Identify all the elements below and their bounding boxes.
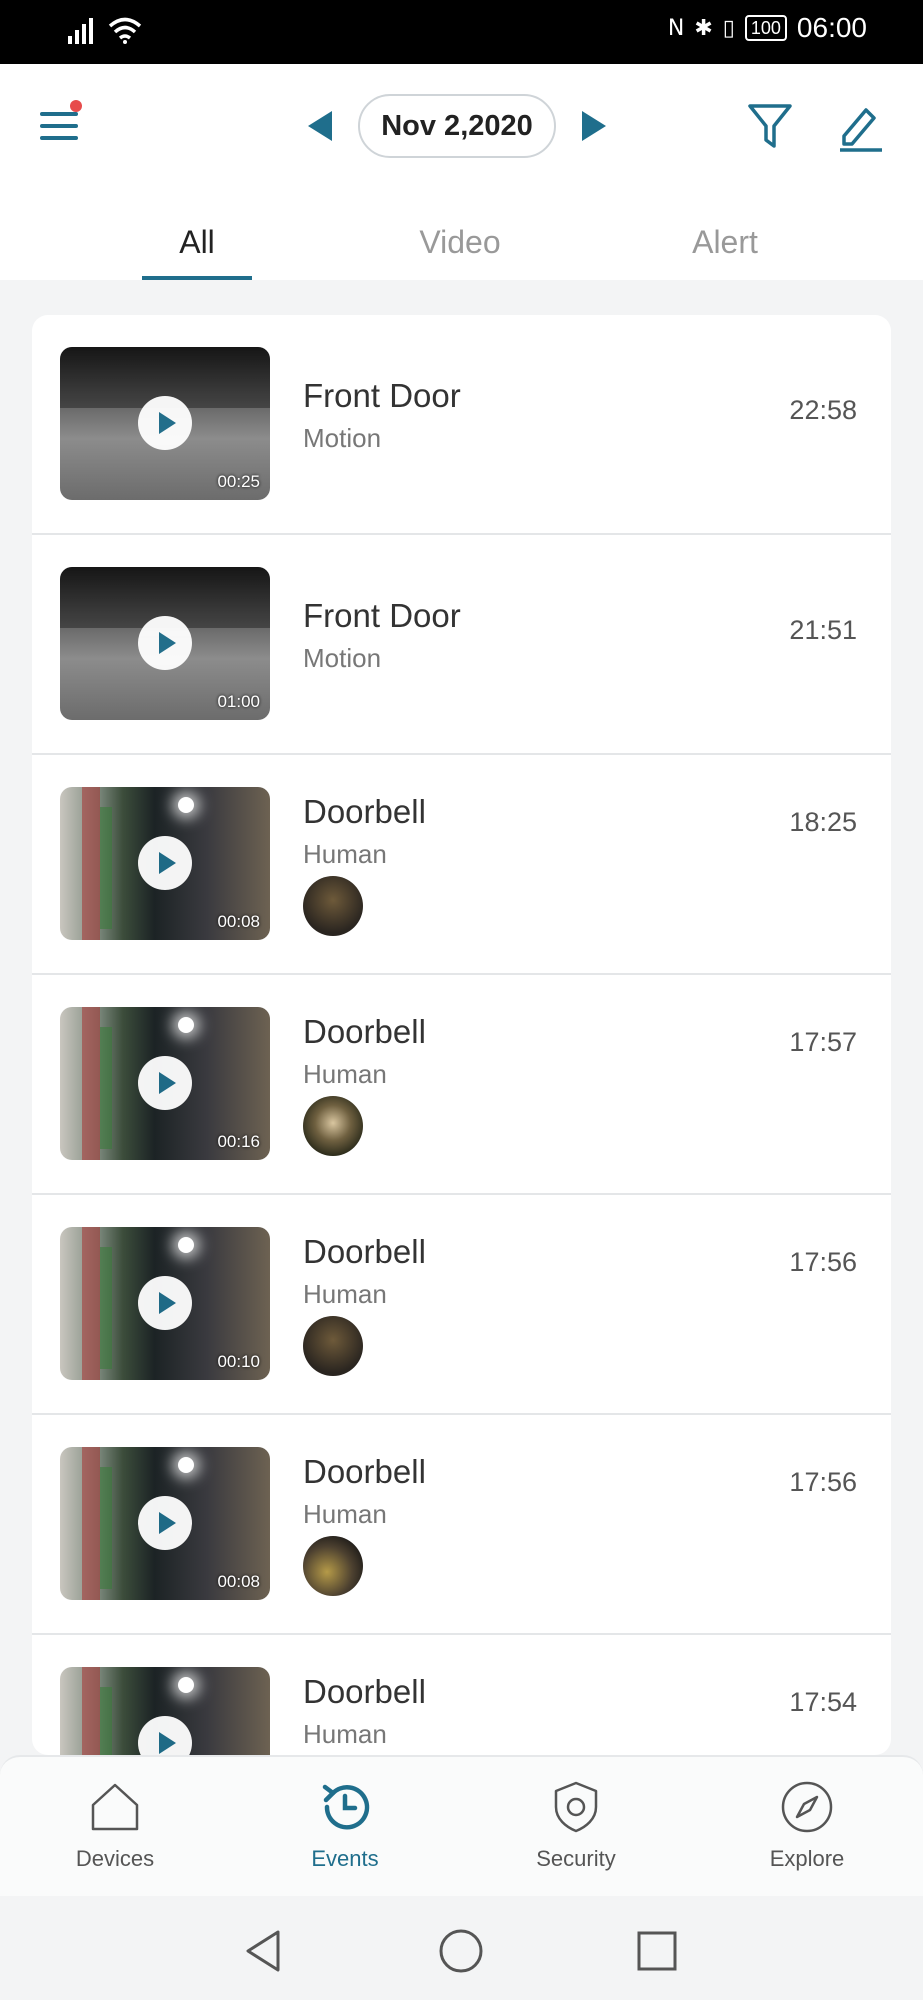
battery-indicator: 100	[744, 15, 787, 41]
event-time: 17:56	[789, 1467, 857, 1497]
event-thumbnail[interactable]: 00:25	[60, 347, 270, 500]
video-duration: 00:08	[217, 912, 260, 931]
recents-icon[interactable]	[632, 1926, 682, 1976]
play-icon[interactable]	[138, 616, 192, 670]
event-row[interactable]: 00:25 Front Door Motion 22:58	[32, 315, 891, 535]
event-thumbnail[interactable]: 00:08	[60, 1447, 270, 1600]
nav-explore[interactable]: Explore	[732, 1779, 882, 1879]
event-row[interactable]: 00:16 Doorbell Human 17:57	[32, 975, 891, 1195]
event-time: 18:25	[789, 807, 857, 837]
history-icon	[322, 1784, 370, 1830]
event-type: Human	[303, 839, 387, 869]
play-icon[interactable]	[138, 1276, 192, 1330]
event-device-name: Front Door	[303, 597, 461, 634]
play-icon[interactable]	[138, 836, 192, 890]
active-tab-indicator	[142, 276, 252, 280]
menu-icon	[40, 112, 78, 116]
filter-icon[interactable]	[746, 100, 794, 152]
video-duration: 00:16	[217, 1132, 260, 1151]
compass-icon	[781, 1781, 833, 1833]
event-row[interactable]: Doorbell Human 17:54	[32, 1635, 891, 1755]
tab-alert[interactable]: Alert	[660, 224, 790, 280]
video-duration: 00:08	[217, 1572, 260, 1591]
detected-person-avatar[interactable]	[303, 1536, 363, 1596]
nav-devices[interactable]: Devices	[40, 1779, 190, 1879]
previous-day-icon[interactable]	[308, 111, 332, 141]
event-device-name: Doorbell	[303, 1453, 426, 1490]
event-time: 21:51	[789, 615, 857, 645]
event-thumbnail[interactable]	[60, 1667, 270, 1755]
event-type: Human	[303, 1719, 387, 1749]
event-list[interactable]: 00:25 Front Door Motion 22:58 01:00 Fron…	[32, 315, 891, 1755]
home-system-icon[interactable]	[436, 1926, 486, 1976]
notification-dot	[70, 100, 82, 112]
event-thumbnail[interactable]: 01:00	[60, 567, 270, 720]
status-time: 06:00	[796, 12, 867, 43]
menu-button[interactable]	[38, 100, 82, 148]
event-row[interactable]: 01:00 Front Door Motion 21:51	[32, 535, 891, 755]
event-type: Motion	[303, 423, 382, 453]
tab-all[interactable]: All	[142, 224, 252, 280]
vibrate-icon: ▯	[722, 15, 735, 41]
next-day-icon[interactable]	[582, 111, 606, 141]
event-type: Human	[303, 1059, 387, 1089]
nav-label: Events	[311, 1846, 379, 1871]
event-type: Human	[303, 1279, 387, 1309]
event-time: 17:57	[789, 1027, 857, 1057]
event-thumbnail[interactable]: 00:08	[60, 787, 270, 940]
event-device-name: Doorbell	[303, 1233, 426, 1270]
signal-icon	[68, 18, 93, 44]
play-icon[interactable]	[138, 1496, 192, 1550]
bluetooth-icon: ✱	[694, 15, 713, 41]
event-device-name: Doorbell	[303, 1013, 426, 1050]
wifi-icon	[108, 17, 142, 44]
event-row[interactable]: 00:08 Doorbell Human 18:25	[32, 755, 891, 975]
tab-video[interactable]: Video	[395, 224, 525, 280]
event-thumbnail[interactable]: 00:10	[60, 1227, 270, 1380]
nav-label: Devices	[75, 1846, 155, 1871]
status-bar: N ✱ ▯ 100 06:00	[0, 0, 923, 64]
event-row[interactable]: 00:08 Doorbell Human 17:56	[32, 1415, 891, 1635]
bottom-navigation: Devices Events Security Explore	[0, 1755, 923, 1896]
nav-label: Explore	[769, 1846, 845, 1871]
events-header: Nov 2,2020 All Video Alert	[0, 64, 923, 280]
event-tabs: All Video Alert	[0, 224, 923, 280]
detected-person-avatar[interactable]	[303, 876, 363, 936]
home-icon	[91, 1783, 139, 1831]
shield-icon	[554, 1781, 598, 1833]
event-device-name: Front Door	[303, 377, 461, 414]
video-duration: 00:10	[217, 1352, 260, 1371]
play-icon[interactable]	[138, 1056, 192, 1110]
edit-icon[interactable]	[836, 100, 884, 152]
detected-person-avatar[interactable]	[303, 1096, 363, 1156]
detected-person-avatar[interactable]	[303, 1316, 363, 1376]
play-icon[interactable]	[138, 1716, 192, 1755]
video-duration: 00:25	[217, 472, 260, 491]
nav-events[interactable]: Events	[270, 1779, 420, 1879]
event-device-name: Doorbell	[303, 793, 426, 830]
video-duration: 01:00	[217, 692, 260, 711]
event-type: Motion	[303, 643, 382, 673]
event-time: 17:56	[789, 1247, 857, 1277]
date-selector[interactable]: Nov 2,2020	[358, 94, 556, 158]
nav-label: Security	[536, 1846, 616, 1871]
event-type: Human	[303, 1499, 387, 1529]
play-icon[interactable]	[138, 396, 192, 450]
event-device-name: Doorbell	[303, 1673, 426, 1710]
event-thumbnail[interactable]: 00:16	[60, 1007, 270, 1160]
event-time: 17:54	[789, 1687, 857, 1717]
date-navigator: Nov 2,2020	[308, 94, 606, 158]
event-time: 22:58	[789, 395, 857, 425]
nav-security[interactable]: Security	[501, 1779, 651, 1879]
nfc-icon: N	[667, 15, 685, 41]
event-row[interactable]: 00:10 Doorbell Human 17:56	[32, 1195, 891, 1415]
system-navigation-bar	[0, 1896, 923, 2000]
back-icon[interactable]	[238, 1926, 288, 1976]
